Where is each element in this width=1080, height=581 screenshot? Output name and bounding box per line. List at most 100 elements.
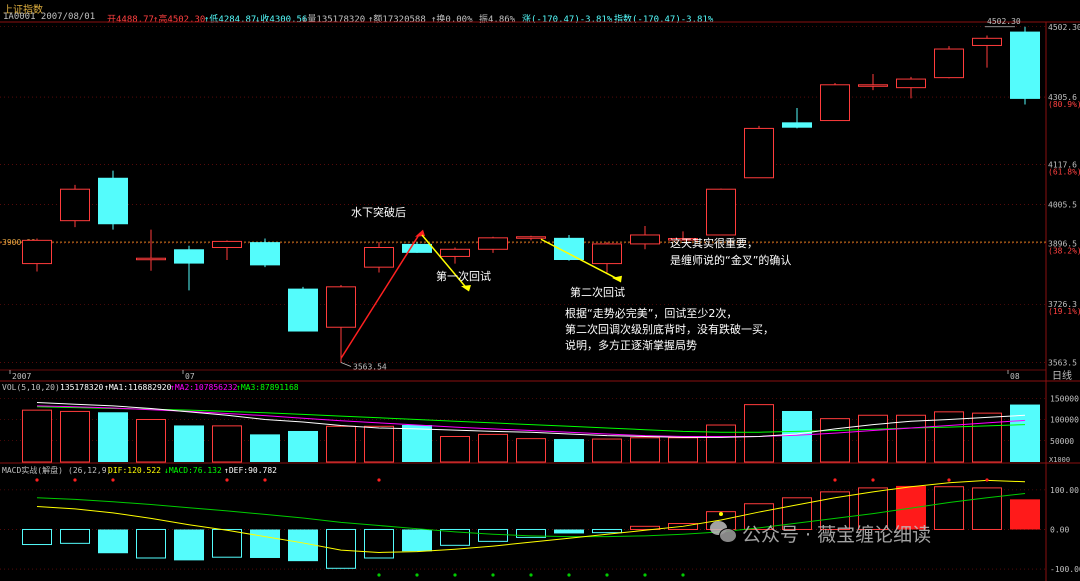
vol-bar-up xyxy=(744,404,774,463)
vol-bar-up xyxy=(630,437,660,463)
candle-body-up xyxy=(326,286,356,328)
vol-bar-up xyxy=(478,433,508,463)
max-marker-label: 4502.30 xyxy=(987,17,1021,26)
macd-bar-cyan-hollow xyxy=(592,528,622,534)
macd-signal-dot-green xyxy=(681,573,685,577)
annotation-note-1: 根据“走势必完美”，回试至少2次， xyxy=(565,307,738,320)
macd-signal-dot-red xyxy=(833,478,837,482)
macd-signal-dot-green xyxy=(377,573,381,577)
period-label: 日线 xyxy=(1052,369,1072,382)
vol-bar-up xyxy=(60,410,90,463)
vol-bar-up xyxy=(364,425,394,463)
macd-bar-cyan-hollow xyxy=(326,528,356,569)
macd-signal-dot-green xyxy=(643,573,647,577)
macd-bar-cyan-hollow xyxy=(364,528,394,559)
price-axis-tick: 4005.5 xyxy=(1048,200,1077,209)
vol-header-text: ↑MA1:116882920 xyxy=(104,383,172,392)
macd-header-text: (26,12,9) xyxy=(68,466,111,475)
candle-body-up xyxy=(592,243,622,265)
macd-signal-dot-green xyxy=(491,573,495,577)
price-axis-tick: 3563.5 xyxy=(1048,358,1077,367)
candle-body-up xyxy=(820,84,850,122)
macd-bar-cyan-hollow xyxy=(136,528,166,559)
macd-signal-dot-red xyxy=(871,478,875,482)
candle-body-up xyxy=(972,37,1002,46)
macd-bar-cyan xyxy=(250,529,280,558)
macd-signal-dot-red xyxy=(111,478,115,482)
macd-signal-dot-green xyxy=(415,573,419,577)
candle-body-up xyxy=(440,248,470,257)
vol-bar-up xyxy=(592,438,622,463)
candle-body-up xyxy=(516,236,546,239)
vol-bar-up xyxy=(212,425,242,463)
annotation-note-2: 第二次回调次级别底背时，没有跌破一买， xyxy=(565,323,774,336)
macd-header-text: DIF:120.522 xyxy=(108,466,161,475)
wechat-logo-icon xyxy=(710,521,737,543)
macd-signal-dot-green xyxy=(529,573,533,577)
macd-bar-red-filled xyxy=(1010,499,1040,530)
date-axis-label: 08 xyxy=(1010,372,1020,381)
macd-axis-tick: 100.00 xyxy=(1050,486,1079,495)
vol-bar-down xyxy=(288,430,318,462)
macd-signal-dot-red xyxy=(947,478,951,482)
candle-body-up xyxy=(22,239,52,265)
macd-signal-dot-green xyxy=(453,573,457,577)
macd-signal-dot-red xyxy=(985,478,989,482)
vol-bar-down xyxy=(250,434,280,462)
candle-body-down xyxy=(174,249,204,264)
vol-header-text: ↑MA3:87891168 xyxy=(236,383,299,392)
vol-bar-up xyxy=(972,412,1002,463)
macd-bar-cyan xyxy=(174,529,204,561)
vol-axis-tick: 150000 xyxy=(1050,394,1079,403)
price-axis-tick: (61.8%) xyxy=(1048,167,1080,176)
date-axis-label: 2007 xyxy=(12,372,31,381)
macd-signal-dot-green xyxy=(605,573,609,577)
macd-header-text: MACD实战(解盘) xyxy=(2,465,63,475)
vol-bar-down xyxy=(174,425,204,462)
macd-bar-red xyxy=(934,486,964,530)
macd-bar-red xyxy=(972,487,1002,530)
vol-bar-up xyxy=(22,409,52,463)
macd-bar-cyan-hollow xyxy=(478,528,508,542)
vol-bar-down xyxy=(1010,404,1040,462)
price-axis-tick: 4502.30 xyxy=(1048,23,1080,32)
vol-bar-down xyxy=(402,425,432,462)
annotation-important-1: 这天其实很重要， xyxy=(670,237,758,250)
candle-body-down xyxy=(250,242,280,266)
vol-bar-up xyxy=(326,425,356,463)
macd-signal-dot-yellow xyxy=(719,512,723,516)
kline-chart-svg: 3900.004502.304305.6(80.9%)4117.6(61.8%)… xyxy=(0,17,1080,581)
date-axis-label: 07 xyxy=(185,372,195,381)
candle-body-up xyxy=(212,240,242,248)
vol-unit-label: X1000 xyxy=(1049,456,1070,464)
price-axis-tick: (19.1%) xyxy=(1048,307,1080,316)
candle-body-up xyxy=(706,188,736,236)
candle-body-up xyxy=(858,84,888,87)
vol-header-text: ↑MA2:107856232 xyxy=(170,383,238,392)
vol-bar-down xyxy=(98,412,128,462)
candle-body-down xyxy=(402,243,432,253)
candle-body-up xyxy=(364,246,394,268)
annotation-second-test: 第二次回试 xyxy=(570,286,625,299)
candle-body-up xyxy=(136,257,166,261)
candle-body-down xyxy=(288,288,318,332)
candle-body-up xyxy=(744,127,774,179)
vol-bar-up xyxy=(668,437,698,463)
candle-body-up xyxy=(630,234,660,245)
candle-body-up xyxy=(478,237,508,250)
watermark-text: 公众号 · 薇宝缠论细读 xyxy=(742,524,932,546)
vol-axis-tick: 100000 xyxy=(1050,416,1079,425)
macd-axis-tick: 0.00 xyxy=(1050,525,1069,534)
vol-bar-up xyxy=(706,424,736,463)
macd-signal-dot-red xyxy=(73,478,77,482)
vol-bar-down xyxy=(782,411,812,462)
macd-signal-dot-green xyxy=(567,573,571,577)
macd-bar-cyan xyxy=(98,529,128,554)
candle-body-up xyxy=(896,78,926,89)
annotation-note-3: 说明，多方正逐渐掌握局势 xyxy=(565,339,697,352)
candle-body-down xyxy=(1010,31,1040,99)
macd-header-text: ↓MACD:76.132 xyxy=(164,466,222,475)
macd-bar-cyan xyxy=(554,529,584,534)
candle-body-up xyxy=(934,48,964,79)
vol-bar-up xyxy=(440,436,470,463)
